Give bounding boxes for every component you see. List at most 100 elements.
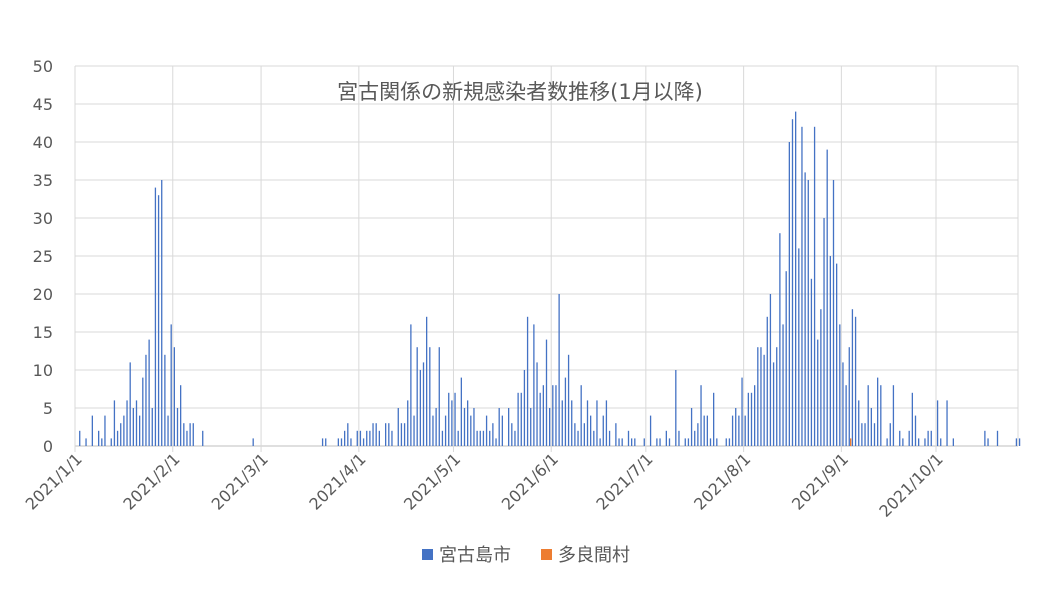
- bar-miyakojima: [98, 430, 100, 446]
- bar-miyakojima: [590, 415, 592, 446]
- bar-miyakojima: [870, 408, 872, 446]
- x-tick-label: 2021/1/1: [22, 449, 86, 513]
- bar-miyakojima: [495, 438, 497, 446]
- bar-miyakojima: [851, 309, 854, 446]
- bar-miyakojima: [116, 430, 119, 446]
- bar-miyakojima: [567, 354, 570, 446]
- bar-miyakojima: [586, 400, 589, 446]
- bar-miyakojima: [886, 438, 888, 446]
- bar-miyakojima: [145, 354, 147, 446]
- bar-miyakojima: [634, 438, 636, 446]
- x-tick-label: 2021/10/1: [875, 449, 946, 520]
- bar-miyakojima: [369, 430, 371, 446]
- bar-miyakojima: [782, 324, 784, 446]
- bar-miyakojima: [817, 339, 819, 446]
- bar-miyakojima: [514, 430, 516, 446]
- bar-miyakojima: [482, 430, 485, 446]
- bar-miyakojima: [113, 400, 116, 446]
- bar-miyakojima: [451, 400, 453, 446]
- bar-miyakojima: [457, 430, 459, 446]
- bar-miyakojima: [631, 438, 633, 446]
- y-tick-label: 25: [33, 247, 53, 266]
- bar-miyakojima: [132, 408, 134, 446]
- bar-miyakojima: [126, 400, 128, 446]
- bar-miyakojima: [839, 324, 841, 446]
- bar-miyakojima: [476, 430, 478, 446]
- bar-miyakojima: [769, 294, 772, 446]
- bar-miyakojima: [397, 408, 399, 446]
- bar-miyakojima: [542, 385, 544, 446]
- bar-miyakojima: [454, 392, 456, 446]
- chart-title: 宮古関係の新規感染者数推移(1月以降): [337, 80, 703, 104]
- bar-miyakojima: [400, 423, 403, 446]
- bar-miyakojima: [735, 408, 737, 446]
- bar-miyakojima: [779, 233, 781, 446]
- bar-miyakojima: [347, 423, 349, 446]
- bar-miyakojima: [599, 438, 601, 446]
- bar-miyakojima: [716, 438, 718, 446]
- bar-miyakojima: [135, 400, 138, 446]
- bar-miyakojima: [79, 430, 81, 446]
- bar-miyakojima: [731, 415, 734, 446]
- bar-miyakojima: [706, 415, 708, 446]
- bar-miyakojima: [340, 438, 343, 446]
- legend-swatch-taramason: [541, 548, 552, 560]
- bar-miyakojima: [788, 142, 790, 446]
- bar-miyakojima: [186, 430, 188, 446]
- y-tick-label: 10: [33, 361, 53, 380]
- bar-miyakojima: [823, 218, 825, 446]
- bar-miyakojima: [426, 316, 428, 446]
- y-tick-label: 50: [33, 57, 53, 76]
- bar-miyakojima: [189, 423, 191, 446]
- bar-miyakojima: [416, 347, 418, 446]
- y-tick-label: 40: [33, 133, 53, 152]
- bar-miyakojima: [375, 423, 377, 446]
- bar-miyakojima: [918, 438, 920, 446]
- bar-miyakojima: [470, 415, 472, 446]
- bar-miyakojima: [873, 423, 876, 446]
- bar-miyakojima: [750, 392, 753, 446]
- bar-miyakojima: [1015, 438, 1018, 446]
- bar-miyakojima: [564, 377, 567, 446]
- bar-miyakojima: [927, 430, 929, 446]
- bar-miyakojima: [539, 392, 541, 446]
- bar-miyakojima: [791, 119, 794, 446]
- bar-miyakojima: [407, 400, 409, 446]
- bar-miyakojima: [170, 324, 172, 446]
- bar-miyakojima: [880, 385, 882, 446]
- bar-miyakojima: [356, 430, 358, 446]
- bar-miyakojima: [911, 392, 913, 446]
- legend-item-taramason: 多良間村: [541, 541, 630, 567]
- bar-miyakojima: [479, 430, 481, 446]
- bar-miyakojima: [413, 415, 415, 446]
- bar-miyakojima: [485, 415, 488, 446]
- bar-miyakojima: [432, 415, 434, 446]
- y-tick-label: 15: [33, 323, 53, 342]
- bar-miyakojima: [899, 430, 901, 446]
- x-tick-label: 2021/7/1: [592, 449, 656, 513]
- bar-miyakojima: [192, 423, 194, 446]
- bar-miyakojima: [867, 385, 869, 446]
- bar-miyakojima: [403, 423, 406, 446]
- bar-miyakojima: [577, 430, 579, 446]
- bar-miyakojima: [984, 430, 986, 446]
- legend-label-taramason: 多良間村: [558, 545, 630, 566]
- bar-miyakojima: [463, 408, 466, 446]
- bar-miyakojima: [435, 408, 437, 446]
- bar-miyakojima: [757, 347, 759, 446]
- bar-miyakojima: [574, 423, 576, 446]
- bar-miyakojima: [129, 362, 131, 446]
- bar-miyakojima: [151, 408, 153, 446]
- bar-miyakojima: [952, 438, 954, 446]
- x-tick-label: 2021/8/1: [690, 449, 754, 513]
- bar-miyakojima: [678, 430, 680, 446]
- bar-miyakojima: [795, 111, 797, 446]
- bar-miyakojima: [350, 438, 352, 446]
- legend-swatch-miyakojima: [422, 548, 433, 560]
- bar-miyakojima: [460, 377, 462, 446]
- bar-miyakojima: [467, 400, 469, 446]
- bar-miyakojima: [366, 430, 368, 446]
- bar-miyakojima: [372, 423, 374, 446]
- bar-miyakojima: [854, 316, 857, 446]
- bar-miyakojima: [167, 415, 169, 446]
